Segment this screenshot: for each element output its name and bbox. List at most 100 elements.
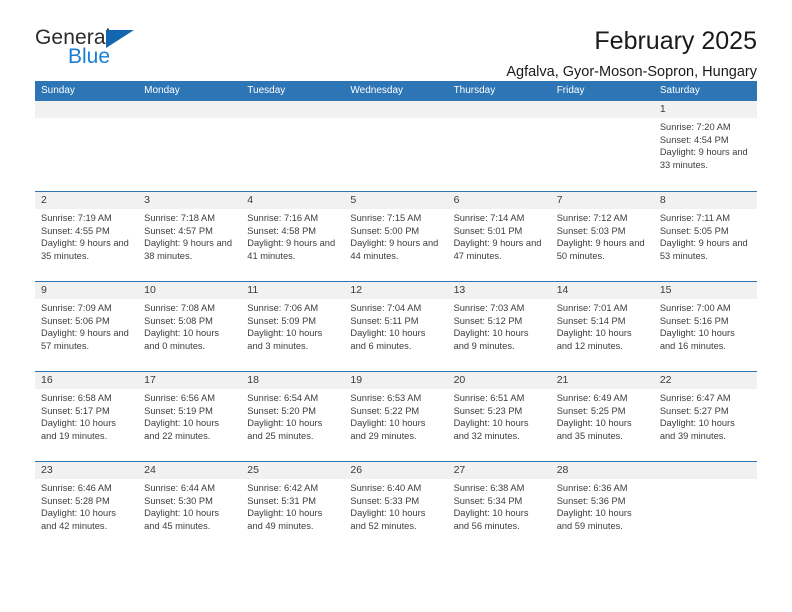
- day-number: 2: [35, 192, 139, 209]
- day-details: Sunrise: 7:00 AM Sunset: 5:16 PM Daylight:…: [654, 299, 757, 352]
- daylight-text: Daylight: 10 hours and 59 minutes.: [556, 508, 632, 531]
- day-details: Sunrise: 7:18 AM Sunset: 4:57 PM Daylight:…: [138, 209, 241, 262]
- day-number: 9: [35, 282, 139, 299]
- calendar-day-cell[interactable]: 5 Sunrise: 7:15 AM Sunset: 5:00 PM Daylight…: [344, 192, 448, 281]
- daylight-text: Daylight: 9 hours and 33 minutes.: [659, 147, 748, 170]
- day-number: 19: [344, 372, 448, 389]
- sunrise-text: Sunrise: 7:16 AM: [247, 213, 319, 223]
- brand-name-bottom: Blue: [68, 45, 111, 68]
- page-header: General Blue February 2025 Agfalva, Gyor…: [35, 0, 757, 80]
- calendar-day-cell[interactable]: 1 Sunrise: 7:20 AM Sunset: 4:54 PM Daylight…: [653, 101, 757, 191]
- sunrise-text: Sunrise: 6:38 AM: [453, 483, 525, 493]
- calendar-day-cell[interactable]: 3 Sunrise: 7:18 AM Sunset: 4:57 PM Daylight…: [138, 192, 242, 281]
- calendar-day-cell[interactable]: 4 Sunrise: 7:16 AM Sunset: 4:58 PM Daylight…: [241, 192, 345, 281]
- day-number: 15: [653, 282, 757, 299]
- calendar-day-cell[interactable]: 26 Sunrise: 6:40 AM Sunset: 5:33 PM Dayligh…: [344, 462, 448, 551]
- sunset-text: Sunset: 5:27 PM: [659, 405, 729, 416]
- day-details: Sunrise: 6:54 AM Sunset: 5:20 PM Daylight:…: [241, 389, 344, 442]
- calendar-day-cell[interactable]: 22 Sunrise: 6:47 AM Sunset: 5:27 PM Dayligh…: [653, 372, 757, 461]
- weekday-thursday: Thursday: [453, 85, 496, 96]
- daylight-text: Daylight: 9 hours and 35 minutes.: [41, 238, 129, 261]
- sunrise-text: Sunrise: 6:42 AM: [247, 483, 319, 493]
- calendar-day-cell[interactable]: 7 Sunrise: 7:12 AM Sunset: 5:03 PM Daylight…: [550, 192, 654, 281]
- day-details: Sunrise: 6:53 AM Sunset: 5:22 PM Daylight:…: [344, 389, 447, 442]
- day-number: 8: [653, 192, 757, 209]
- calendar-day-cell[interactable]: 28 Sunrise: 6:36 AM Sunset: 5:36 PM Dayligh…: [550, 462, 654, 551]
- daylight-text: Daylight: 10 hours and 25 minutes.: [247, 418, 323, 441]
- sunrise-text: Sunrise: 6:49 AM: [556, 393, 628, 403]
- day-number: 1: [653, 101, 757, 118]
- day-number: 25: [241, 462, 345, 479]
- day-details: Sunrise: 6:38 AM Sunset: 5:34 PM Daylight:…: [448, 479, 551, 532]
- day-details: Sunrise: 7:04 AM Sunset: 5:11 PM Daylight:…: [344, 299, 447, 352]
- daylight-text: Daylight: 10 hours and 49 minutes.: [247, 508, 323, 531]
- day-number: 12: [344, 282, 448, 299]
- calendar-day-cell[interactable]: 20 Sunrise: 6:51 AM Sunset: 5:23 PM Dayligh…: [447, 372, 551, 461]
- calendar-day-cell[interactable]: 8 Sunrise: 7:11 AM Sunset: 5:05 PM Daylight…: [653, 192, 757, 281]
- sunset-text: Sunset: 5:36 PM: [556, 495, 626, 506]
- calendar-day-cell[interactable]: 6 Sunrise: 7:14 AM Sunset: 5:01 PM Daylight…: [447, 192, 551, 281]
- sunset-text: Sunset: 5:05 PM: [659, 225, 729, 236]
- daylight-text: Daylight: 10 hours and 45 minutes.: [144, 508, 220, 531]
- calendar-day-cell[interactable]: 15 Sunrise: 7:00 AM Sunset: 5:16 PM Dayligh…: [653, 282, 757, 371]
- calendar-day-cell[interactable]: 12 Sunrise: 7:04 AM Sunset: 5:11 PM Dayligh…: [344, 282, 448, 371]
- calendar-day-cell[interactable]: 10 Sunrise: 7:08 AM Sunset: 5:08 PM Dayligh…: [138, 282, 242, 371]
- calendar-day-cell[interactable]: 14 Sunrise: 7:01 AM Sunset: 5:14 PM Dayligh…: [550, 282, 654, 371]
- day-number: 14: [550, 282, 654, 299]
- calendar-week-row: 16 Sunrise: 6:58 AM Sunset: 5:17 PM Dayligh…: [35, 371, 757, 461]
- sunset-text: Sunset: 5:33 PM: [350, 495, 420, 506]
- brand-logo[interactable]: General Blue: [35, 26, 235, 74]
- sunset-text: Sunset: 5:11 PM: [350, 315, 419, 326]
- calendar-cell-empty: [138, 101, 242, 191]
- day-number: [138, 101, 242, 118]
- day-details: Sunrise: 6:44 AM Sunset: 5:30 PM Daylight:…: [138, 479, 241, 532]
- day-number: 22: [653, 372, 757, 389]
- calendar-day-cell[interactable]: 27 Sunrise: 6:38 AM Sunset: 5:34 PM Dayligh…: [447, 462, 551, 551]
- sunset-text: Sunset: 5:22 PM: [350, 405, 420, 416]
- day-number: 11: [241, 282, 345, 299]
- calendar-cell-empty: [241, 101, 345, 191]
- daylight-text: Daylight: 10 hours and 42 minutes.: [41, 508, 116, 531]
- day-number: [653, 462, 757, 479]
- sunset-text: Sunset: 5:12 PM: [453, 315, 523, 326]
- calendar-day-cell[interactable]: 13 Sunrise: 7:03 AM Sunset: 5:12 PM Dayligh…: [447, 282, 551, 371]
- day-number: 23: [35, 462, 139, 479]
- calendar-day-cell[interactable]: 24 Sunrise: 6:44 AM Sunset: 5:30 PM Dayligh…: [138, 462, 242, 551]
- calendar-day-cell[interactable]: 11 Sunrise: 7:06 AM Sunset: 5:09 PM Dayligh…: [241, 282, 345, 371]
- day-number: [241, 101, 345, 118]
- day-details: Sunrise: 7:06 AM Sunset: 5:09 PM Daylight:…: [241, 299, 344, 352]
- sunset-text: Sunset: 5:34 PM: [453, 495, 523, 506]
- calendar-day-cell[interactable]: 25 Sunrise: 6:42 AM Sunset: 5:31 PM Dayligh…: [241, 462, 345, 551]
- day-details: Sunrise: 7:19 AM Sunset: 4:55 PM Daylight:…: [35, 209, 138, 262]
- weekday-saturday: Saturday: [659, 85, 700, 96]
- calendar-day-cell[interactable]: 2 Sunrise: 7:19 AM Sunset: 4:55 PM Daylight…: [35, 192, 139, 281]
- sunset-text: Sunset: 4:57 PM: [144, 225, 213, 236]
- day-details: Sunrise: 6:46 AM Sunset: 5:28 PM Daylight:…: [35, 479, 138, 532]
- day-details: Sunrise: 7:08 AM Sunset: 5:08 PM Daylight:…: [138, 299, 241, 352]
- day-details: Sunrise: 7:11 AM Sunset: 5:05 PM Daylight:…: [654, 209, 757, 262]
- sunset-text: Sunset: 5:31 PM: [247, 495, 317, 506]
- day-details: Sunrise: 7:20 AM Sunset: 4:54 PM Daylight:…: [654, 118, 757, 171]
- calendar-cell-empty: [344, 101, 448, 191]
- calendar-day-cell[interactable]: 19 Sunrise: 6:53 AM Sunset: 5:22 PM Dayligh…: [344, 372, 448, 461]
- sunrise-text: Sunrise: 7:04 AM: [350, 303, 422, 313]
- day-details: Sunrise: 7:09 AM Sunset: 5:06 PM Daylight:…: [35, 299, 138, 352]
- daylight-text: Daylight: 9 hours and 57 minutes.: [41, 328, 129, 351]
- day-number: 24: [138, 462, 242, 479]
- calendar-day-cell[interactable]: 17 Sunrise: 6:56 AM Sunset: 5:19 PM Dayligh…: [138, 372, 242, 461]
- calendar-day-cell[interactable]: 18 Sunrise: 6:54 AM Sunset: 5:20 PM Dayligh…: [241, 372, 345, 461]
- triangle-icon: [106, 30, 134, 48]
- day-details: Sunrise: 7:01 AM Sunset: 5:14 PM Daylight:…: [551, 299, 654, 352]
- calendar-day-cell[interactable]: 23 Sunrise: 6:46 AM Sunset: 5:28 PM Dayligh…: [35, 462, 139, 551]
- calendar-day-cell[interactable]: 16 Sunrise: 6:58 AM Sunset: 5:17 PM Dayligh…: [35, 372, 139, 461]
- day-details: Sunrise: 7:12 AM Sunset: 5:03 PM Daylight:…: [551, 209, 654, 262]
- calendar-weeks: 1 Sunrise: 7:20 AM Sunset: 4:54 PM Daylight…: [35, 101, 757, 551]
- day-number: 18: [241, 372, 345, 389]
- daylight-text: Daylight: 10 hours and 6 minutes.: [350, 328, 426, 351]
- weekday-friday: Friday: [556, 85, 585, 96]
- calendar-day-cell[interactable]: 21 Sunrise: 6:49 AM Sunset: 5:25 PM Dayligh…: [550, 372, 654, 461]
- day-details: Sunrise: 6:42 AM Sunset: 5:31 PM Daylight:…: [241, 479, 344, 532]
- calendar-week-row: 23 Sunrise: 6:46 AM Sunset: 5:28 PM Dayligh…: [35, 461, 757, 551]
- calendar-day-cell[interactable]: 9 Sunrise: 7:09 AM Sunset: 5:06 PM Daylight…: [35, 282, 139, 371]
- daylight-text: Daylight: 9 hours and 41 minutes.: [247, 238, 336, 261]
